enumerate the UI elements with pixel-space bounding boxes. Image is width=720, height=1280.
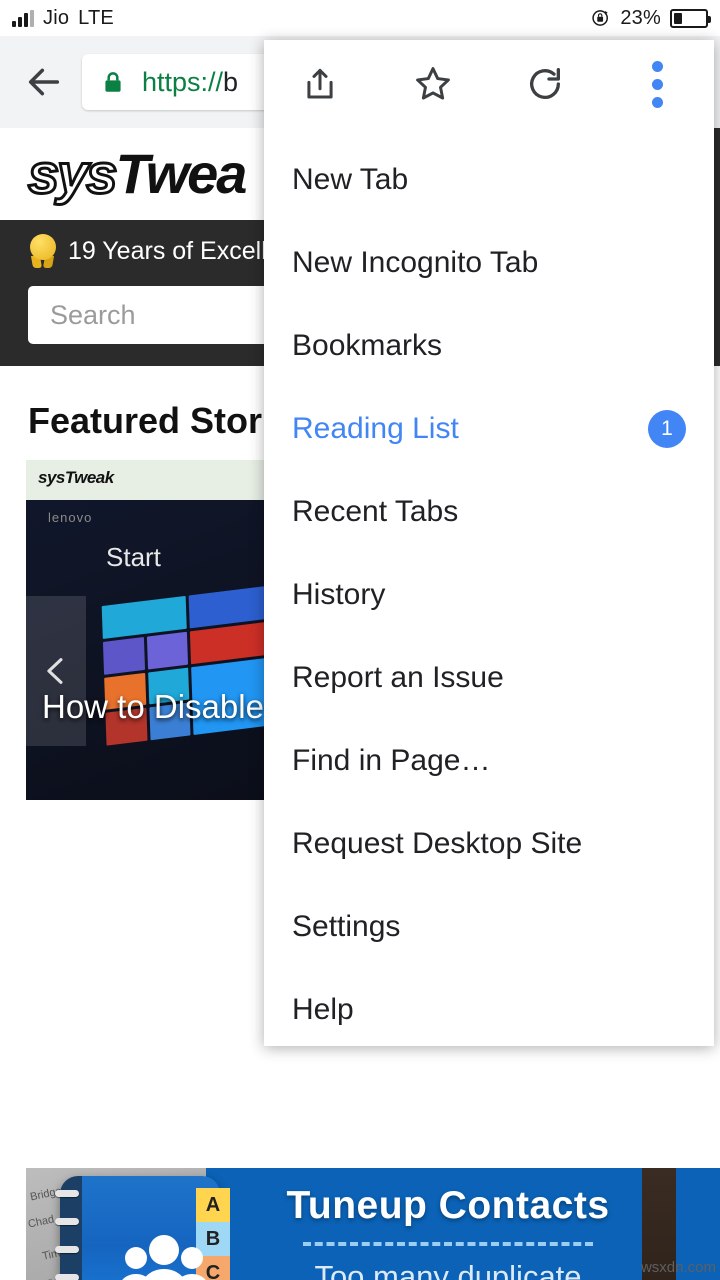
reload-button[interactable] [489, 40, 602, 128]
menu-item-label: New Incognito Tab [292, 245, 539, 279]
menu-item-request-desktop-site[interactable]: Request Desktop Site [264, 802, 714, 885]
carrier-label: Jio [43, 6, 70, 29]
menu-item-settings[interactable]: Settings [264, 885, 714, 968]
menu-item-label: Settings [292, 909, 401, 943]
menu-item-label: Bookmarks [292, 328, 443, 362]
laptop-brand-label: lenovo [48, 510, 93, 525]
menu-item-label: Help [292, 992, 354, 1026]
menu-item-label: Find in Page… [292, 743, 491, 777]
people-icon [122, 1235, 206, 1280]
menu-item-history[interactable]: History [264, 553, 714, 636]
menu-item-recent-tabs[interactable]: Recent Tabs [264, 470, 714, 553]
menu-item-reading-list[interactable]: Reading List 1 [264, 387, 714, 470]
menu-item-label: Request Desktop Site [292, 826, 583, 860]
signal-bars-icon [12, 9, 34, 27]
ad-subtitle: Too many duplicate [314, 1259, 582, 1280]
menu-item-label: Reading List [292, 411, 459, 445]
share-button[interactable] [264, 40, 377, 128]
menu-icon-row [264, 40, 714, 128]
secure-lock-icon [105, 72, 121, 92]
menu-item-help[interactable]: Help [264, 968, 714, 1046]
overflow-dots-icon [652, 60, 664, 108]
medal-icon [28, 234, 58, 268]
reading-list-badge: 1 [648, 409, 686, 448]
url-host: b [223, 66, 239, 97]
url-text: https://b [142, 67, 238, 98]
battery-icon [670, 8, 711, 28]
tab-letter: A [196, 1188, 230, 1222]
bookmark-star-icon [415, 67, 450, 100]
address-book-icon: A B C D [55, 1176, 230, 1280]
menu-item-bookmarks[interactable]: Bookmarks [264, 304, 714, 387]
overflow-menu-button[interactable] [602, 40, 715, 128]
story-headline-line1: How to Disable T [42, 688, 293, 725]
battery-percent-label: 23% [620, 6, 661, 29]
menu-item-find-in-page[interactable]: Find in Page… [264, 719, 714, 802]
start-screen-label: Start [106, 542, 161, 572]
systweak-logo[interactable]: sysTwea [26, 144, 247, 203]
menu-item-new-tab[interactable]: New Tab [264, 138, 714, 221]
logo-text-tweak: Twea [115, 142, 247, 205]
tuneup-contacts-ad[interactable]: Bridget Chad Tim Cook Tim March Timothy … [26, 1168, 720, 1280]
menu-item-report-an-issue[interactable]: Report an Issue [264, 636, 714, 719]
share-icon [307, 68, 333, 99]
browser-overflow-menu: New Tab New Incognito Tab Bookmarks Read… [264, 40, 714, 1046]
status-bar-right: 23% [591, 6, 711, 30]
menu-item-label: New Tab [292, 162, 409, 196]
rotation-lock-icon [592, 10, 609, 26]
ad-divider [303, 1242, 593, 1246]
contacts-app-icon: A B C D [50, 1176, 240, 1280]
menu-item-list: New Tab New Incognito Tab Bookmarks Read… [264, 128, 714, 1046]
story-watermark: sysTweak [38, 468, 114, 487]
ad-copy: Tuneup Contacts Too many duplicate conta… [236, 1184, 660, 1280]
menu-item-label: Report an Issue [292, 660, 504, 694]
network-type-label: LTE [78, 6, 114, 29]
ad-title: Tuneup Contacts [286, 1184, 610, 1227]
menu-item-new-incognito-tab[interactable]: New Incognito Tab [264, 221, 714, 304]
image-watermark: wsxdn.com [640, 1259, 716, 1276]
menu-item-label: Recent Tabs [292, 494, 459, 528]
logo-text-sys: sys [26, 142, 118, 205]
phone-screen: Jio LTE 23% https://b sysTwea 19 Years o… [0, 0, 720, 1280]
status-bar: Jio LTE 23% [0, 0, 720, 36]
reload-icon [530, 68, 561, 99]
search-placeholder: Search [50, 299, 136, 330]
url-scheme: https:// [142, 66, 224, 97]
menu-item-label: History [292, 577, 386, 611]
bookmark-button[interactable] [377, 40, 490, 128]
status-bar-left: Jio LTE [12, 7, 114, 30]
back-button[interactable] [16, 54, 72, 110]
back-arrow-icon [28, 68, 60, 96]
